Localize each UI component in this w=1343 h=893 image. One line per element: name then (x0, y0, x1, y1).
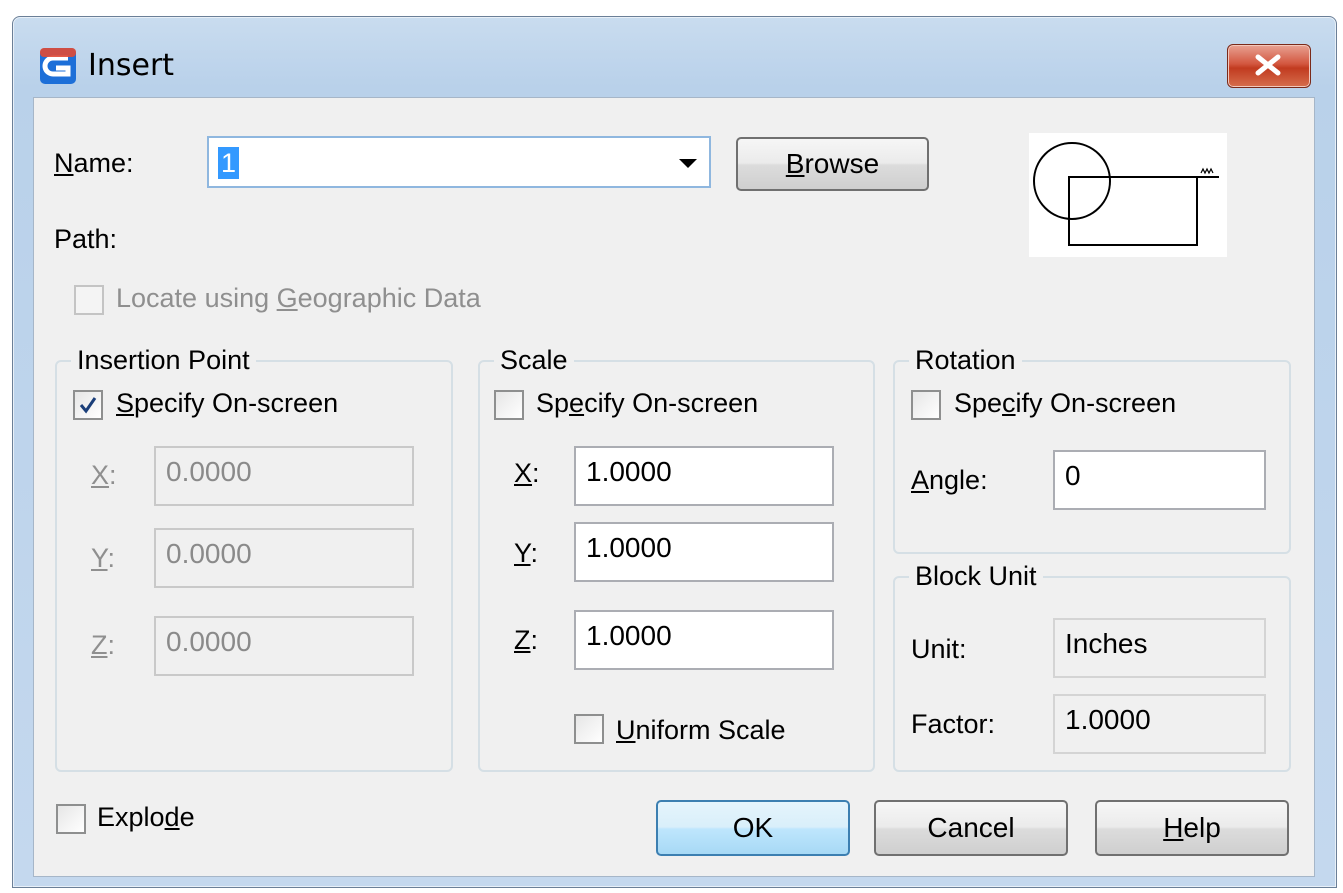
explode-label: Explode (97, 802, 195, 832)
close-icon (1255, 54, 1281, 76)
angle-label: Angle: (911, 465, 988, 495)
scale-z-field[interactable]: 1.0000 (574, 610, 834, 670)
scale-specify-label: Specify On-screen (536, 388, 759, 418)
scale-x-label: X: (514, 458, 540, 488)
insertion-specify-label: Specify On-screen (116, 388, 339, 418)
app-logo-icon (40, 48, 76, 84)
insertion-y-field[interactable]: 0.0000 (154, 528, 414, 588)
geographic-data-label: Locate using Geographic Data (116, 283, 481, 313)
insertion-x-label: X: (91, 460, 117, 490)
unit-value: Inches (1053, 618, 1266, 678)
checkmark-icon (79, 397, 97, 414)
scale-group: Scale Specify On-screen X: 1.0000 Y: 1.0… (478, 344, 875, 772)
block-preview (1029, 133, 1227, 257)
name-combobox[interactable]: 1 (207, 136, 711, 188)
factor-value: 1.0000 (1053, 694, 1266, 754)
name-value[interactable]: 1 (218, 147, 240, 179)
rotation-specify-label: Specify On-screen (954, 388, 1177, 418)
title-bar: Insert (13, 17, 1336, 97)
scale-y-label: Y: (514, 538, 539, 568)
name-label: Name: (54, 148, 134, 178)
geographic-data-checkbox[interactable] (74, 285, 104, 315)
uniform-scale-label: Uniform Scale (616, 715, 786, 745)
factor-label: Factor: (911, 709, 996, 739)
angle-field[interactable]: 0 (1053, 450, 1266, 510)
scale-y-field[interactable]: 1.0000 (574, 522, 834, 582)
scale-specify-checkbox[interactable] (494, 390, 524, 420)
name-label-rest: ame: (73, 148, 134, 178)
insertion-y-label: Y: (91, 543, 116, 573)
rotation-title: Rotation (909, 344, 1022, 376)
help-button[interactable]: Help (1095, 800, 1289, 856)
window-title: Insert (88, 48, 175, 83)
insertion-z-label: Z: (91, 630, 116, 660)
close-button[interactable] (1227, 44, 1311, 88)
dropdown-arrow-icon[interactable] (679, 159, 697, 168)
block-preview-image (1033, 142, 1219, 246)
ok-button[interactable]: OK (656, 800, 850, 856)
block-unit-title: Block Unit (909, 560, 1043, 592)
cancel-button[interactable]: Cancel (874, 800, 1068, 856)
unit-label: Unit: (911, 634, 967, 664)
dialog-body: Name: 1 Browse Path: Locate using Geogra… (33, 97, 1315, 877)
path-label: Path: (54, 224, 118, 254)
explode-checkbox[interactable] (56, 804, 86, 834)
scale-z-label: Z: (514, 625, 539, 655)
insert-dialog: Insert Name: 1 Browse Path: Locate using… (12, 16, 1337, 888)
browse-button[interactable]: Browse (736, 137, 929, 191)
uniform-scale-checkbox[interactable] (574, 714, 604, 744)
insertion-z-field[interactable]: 0.0000 (154, 616, 414, 676)
insertion-x-field[interactable]: 0.0000 (154, 446, 414, 506)
block-unit-group: Block Unit Unit: Inches Factor: 1.0000 (893, 560, 1291, 772)
scale-title: Scale (494, 344, 574, 376)
insertion-point-title: Insertion Point (71, 344, 256, 376)
rotation-specify-checkbox[interactable] (911, 390, 941, 420)
insertion-point-group: Insertion Point Specify On-screen X: 0.0… (55, 344, 453, 772)
insertion-specify-checkbox[interactable] (73, 390, 103, 420)
rotation-group: Rotation Specify On-screen Angle: 0 (893, 344, 1291, 554)
scale-x-field[interactable]: 1.0000 (574, 446, 834, 506)
